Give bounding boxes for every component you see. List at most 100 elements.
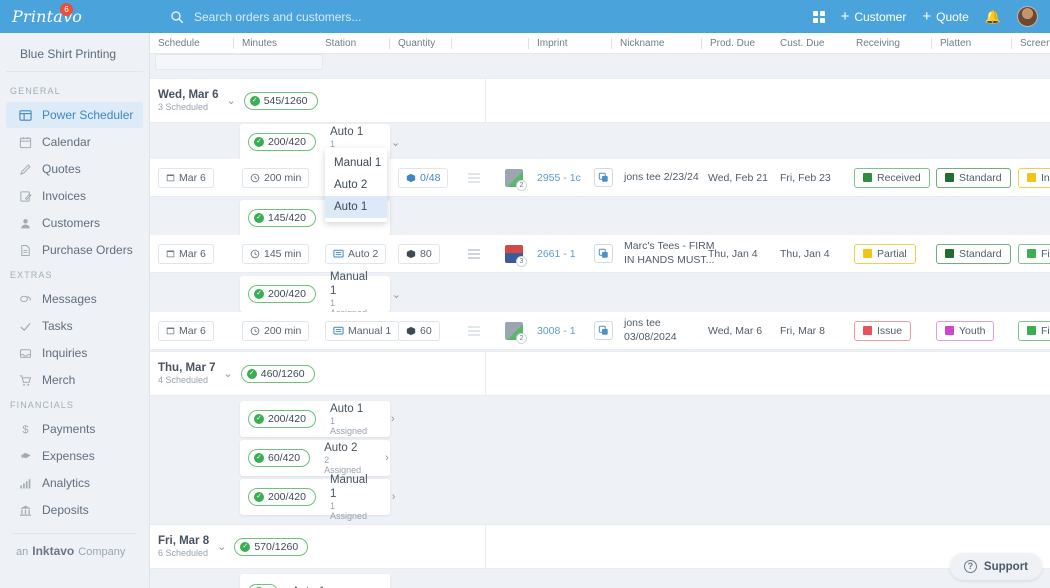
column-header-minutes[interactable]: Minutes [232, 38, 277, 49]
day-group-header[interactable]: Thu, Mar 7 4 Scheduled ⌄ ✓ 460/1260 [150, 351, 1050, 396]
chevron-down-icon[interactable]: ⌄ [381, 136, 400, 149]
schedule-date-chip[interactable]: Mar 6 [158, 167, 214, 188]
schedule-filter-input[interactable] [155, 54, 323, 70]
column-header-platten[interactable]: Platten [930, 38, 971, 49]
dollar-icon: $ [18, 422, 32, 436]
chevron-right-icon[interactable]: › [375, 452, 389, 464]
imprint-thumbnail[interactable]: 2 [505, 168, 527, 191]
status-badge-platten[interactable]: Standard [936, 243, 1011, 264]
dropdown-option-auto-1[interactable]: Auto 1 [325, 196, 387, 218]
table-row[interactable]: Mar 6 200 min Manual 1 60 2 3008 - 1 jon… [150, 312, 1050, 350]
status-badge-receiving[interactable]: Partial [854, 243, 916, 264]
sidebar-item-payments[interactable]: $ Payments [6, 416, 143, 442]
day-label: Thu, Mar 7 4 Scheduled [158, 361, 216, 387]
chevron-right-icon[interactable]: › [382, 491, 396, 503]
apps-grid-button[interactable] [812, 10, 825, 23]
chevron-down-icon[interactable]: ⌄ [227, 94, 236, 107]
sidebar-item-quotes[interactable]: Quotes [6, 156, 143, 182]
quantity-chip[interactable]: 80 [398, 243, 440, 264]
table-row[interactable]: Mar 6 200 min Auto 1 [150, 159, 1050, 197]
sidebar-item-customers[interactable]: Customers [6, 210, 143, 236]
day-group-header[interactable]: Fri, Mar 8 6 Scheduled ⌄ ✓ 570/1260 [150, 524, 1050, 569]
station-card[interactable]: ✓ 200/420 Auto 1 1 Assigned › [240, 401, 395, 437]
day-subtitle: 3 Scheduled [158, 102, 209, 113]
station-card[interactable]: ✓ Auto 1 › [240, 574, 390, 588]
dropdown-option-manual-1[interactable]: Manual 1 [325, 152, 387, 174]
search-input[interactable] [192, 8, 512, 25]
chevron-down-icon[interactable]: ⌄ [382, 288, 401, 301]
scheduler-scroll-area[interactable]: Wed, Mar 6 3 Scheduled ⌄ ✓ 545/1260 ✓ 20… [150, 78, 1050, 588]
table-row[interactable]: Mar 6 145 min Auto 2 80 3 2661 - 1 Marc'… [150, 235, 1050, 273]
sidebar-item-messages[interactable]: Messages [6, 286, 143, 312]
dropdown-option-auto-2[interactable]: Auto 2 [325, 174, 387, 196]
status-badge-screens[interactable]: In P [1018, 167, 1050, 188]
add-customer-button[interactable]: + Customer [841, 9, 907, 24]
column-header-screens[interactable]: Screens [1011, 38, 1050, 49]
sidebar-item-deposits[interactable]: Deposits [6, 497, 143, 523]
sidebar-item-tasks[interactable]: Tasks [6, 313, 143, 339]
notifications-button[interactable]: 🔔 [985, 9, 1001, 25]
status-badge-platten[interactable]: Youth [936, 320, 995, 341]
column-header-imprint[interactable]: Imprint [528, 38, 568, 49]
order-number-link[interactable]: 2661 - 1 [537, 248, 576, 260]
status-badge-screens[interactable]: Fini [1018, 243, 1050, 264]
status-badge-screens[interactable]: Fini [1018, 320, 1050, 341]
imprint-thumbnail[interactable]: 3 [505, 244, 527, 267]
workspace-name[interactable]: Blue Shirt Printing [6, 39, 143, 72]
status-badge-receiving[interactable]: Received [854, 167, 930, 188]
avatar[interactable] [1017, 6, 1038, 27]
station-card[interactable]: ✓ 60/420 Auto 2 2 Assigned › [240, 440, 390, 476]
brand-logo[interactable]: Printavo 6 [0, 0, 150, 33]
copy-icon[interactable] [594, 321, 613, 340]
row-drag-handle[interactable] [468, 325, 480, 336]
imprint-thumbnail[interactable]: 2 [505, 321, 527, 344]
schedule-value: Mar 6 [179, 171, 206, 184]
chevron-right-icon[interactable]: › [381, 413, 395, 425]
minutes-chip[interactable]: 200 min [242, 320, 310, 341]
chevron-down-icon[interactable]: ⌄ [224, 367, 233, 380]
column-header-prod-due[interactable]: Prod. Due [700, 38, 755, 49]
column-header-quantity[interactable]: Quantity [388, 38, 435, 49]
sidebar-item-expenses[interactable]: Expenses [6, 443, 143, 469]
status-badge-platten[interactable]: Standard [936, 167, 1011, 188]
station-chip[interactable]: Auto 2 [325, 243, 387, 264]
station-card[interactable]: ✓ 200/420 Manual 1 1 Assigned › [240, 474, 395, 521]
column-header-station[interactable]: Station [325, 38, 356, 49]
column-header-schedule[interactable]: Schedule [158, 38, 200, 49]
add-quote-button[interactable]: + Quote [922, 9, 968, 24]
minutes-chip[interactable]: 200 min [242, 167, 310, 188]
row-drag-handle[interactable] [468, 172, 480, 183]
quantity-chip[interactable]: 0/48 [398, 167, 449, 188]
copy-icon[interactable] [594, 168, 613, 187]
footer-suffix: Company [78, 546, 126, 558]
status-badge-receiving[interactable]: Issue [854, 320, 912, 341]
tag-icon [18, 449, 32, 463]
order-number-link[interactable]: 2955 - 1c [537, 172, 581, 184]
chevron-down-icon[interactable]: ⌄ [217, 540, 226, 553]
minutes-chip[interactable]: 145 min [242, 243, 310, 264]
quantity-chip[interactable]: 60 [398, 320, 440, 341]
global-search[interactable] [170, 8, 813, 25]
app-root: Printavo 6 + Customer + Quote 🔔 [0, 0, 1050, 588]
column-header-cust-due[interactable]: Cust. Due [780, 38, 824, 49]
sidebar-item-purchase-orders[interactable]: Purchase Orders [6, 237, 143, 263]
sidebar-item-power-scheduler[interactable]: Power Scheduler [6, 102, 143, 128]
column-header-nickname[interactable]: Nickname [610, 38, 664, 49]
station-chip[interactable]: Manual 1 [325, 320, 400, 341]
sidebar-item-merch[interactable]: Merch [6, 367, 143, 393]
schedule-date-chip[interactable]: Mar 6 [158, 243, 214, 264]
station-card[interactable]: ✓ 200/420 Manual 1 1 Assigned ⌄ [240, 271, 401, 318]
row-drag-handle[interactable] [468, 248, 480, 259]
quantity-value: 80 [420, 247, 432, 260]
order-number-link[interactable]: 3008 - 1 [537, 325, 576, 337]
support-button[interactable]: ? Support [949, 553, 1042, 580]
copy-icon[interactable] [594, 244, 613, 263]
sidebar-item-invoices[interactable]: Invoices [6, 183, 143, 209]
day-group-header[interactable]: Wed, Mar 6 3 Scheduled ⌄ ✓ 545/1260 [150, 78, 1050, 123]
sidebar-item-calendar[interactable]: Calendar [6, 129, 143, 155]
station-dropdown-menu[interactable]: Manual 1 Auto 2 Auto 1 [325, 148, 387, 222]
sidebar-item-inquiries[interactable]: Inquiries [6, 340, 143, 366]
column-header-receiving[interactable]: Receiving [856, 38, 900, 49]
sidebar-item-analytics[interactable]: Analytics [6, 470, 143, 496]
schedule-date-chip[interactable]: Mar 6 [158, 320, 214, 341]
